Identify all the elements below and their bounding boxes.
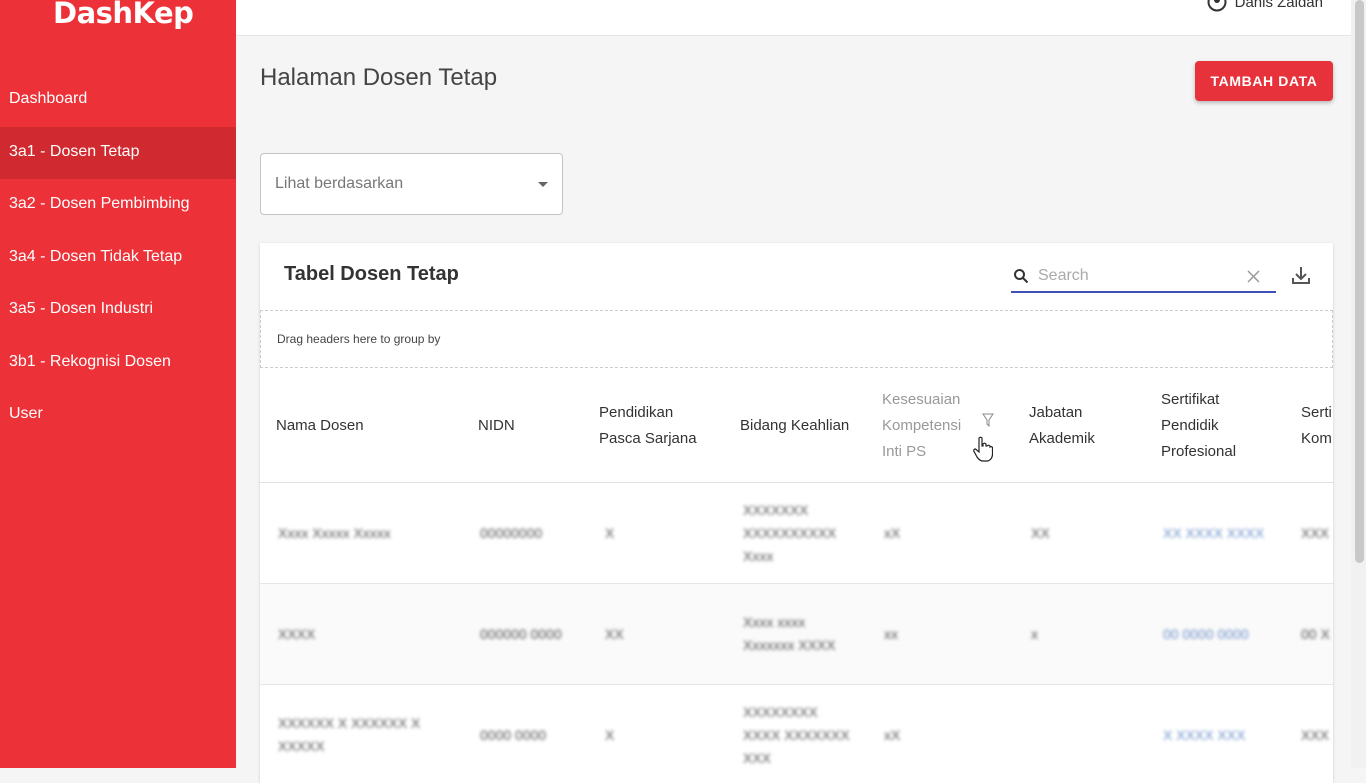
add-data-button[interactable]: TAMBAH DATA	[1195, 61, 1333, 101]
search-input[interactable]	[1038, 264, 1238, 288]
table-row[interactable]: XXXX 000000 0000 XX Xxxx xxxx Xxxxxxx XX…	[260, 584, 1333, 685]
dropdown-arrow-icon	[538, 182, 548, 187]
column-header-pendidikan-pasca-sarjana[interactable]: Pendidikan Pasca Sarjana	[599, 368, 709, 483]
user-menu[interactable]: Danis Zaidan	[1207, 0, 1323, 12]
sidebar-nav: Dashboard 3a1 - Dosen Tetap 3a2 - Dosen …	[0, 74, 236, 442]
download-icon[interactable]	[1290, 264, 1312, 286]
cell-sertifikat-kompetensi: XXX	[1301, 524, 1330, 541]
cell-nama-dosen: XXXXXX X XXXXXX X XXXXX	[278, 715, 421, 754]
table-title: Tabel Dosen Tetap	[284, 263, 459, 285]
hand-cursor-icon	[973, 436, 993, 462]
scrollbar-thumb[interactable]	[1355, 0, 1364, 563]
page-scrollbar[interactable]	[1351, 0, 1366, 768]
sidebar-item-rekognisi-dosen[interactable]: 3b1 - Rekognisi Dosen	[0, 337, 236, 390]
cell-sertifikat-kompetensi: 00 X	[1301, 625, 1330, 642]
cell-pendidikan: XX	[605, 625, 624, 642]
cell-nidn: 0000 0000	[480, 726, 547, 743]
column-header-kesesuaian-kompetensi[interactable]: Kesesuaian Kompetensi Inti PS	[882, 368, 978, 483]
table-row[interactable]: Xxxx Xxxxx Xxxxx 00000000 X XXXXXXX XXXX…	[260, 483, 1333, 584]
cell-bidang-keahlian: XXXXXXX XXXXXXXXXX Xxxx	[743, 501, 837, 564]
cell-nama-dosen: XXXX	[278, 625, 316, 642]
cell-pendidikan: X	[605, 524, 615, 541]
brand-logo[interactable]: DashKep	[53, 0, 194, 30]
filter-select[interactable]: Lihat berdasarkan	[260, 153, 563, 215]
clear-icon[interactable]	[1247, 270, 1260, 283]
cell-pendidikan: X	[605, 726, 615, 743]
filter-icon[interactable]	[982, 413, 994, 427]
sidebar-item-dosen-pembimbing[interactable]: 3a2 - Dosen Pembimbing	[0, 179, 236, 232]
cell-kesesuaian: xX	[884, 524, 901, 541]
cell-nidn: 000000 0000	[480, 625, 562, 642]
cell-kesesuaian: xx	[884, 625, 898, 642]
cell-nama-dosen: Xxxx Xxxxx Xxxxx	[278, 524, 391, 541]
table-card: Tabel Dosen Tetap Drag headers here to g…	[260, 243, 1333, 783]
cell-sertifikat: X XXXX XXX	[1163, 726, 1246, 743]
column-header-bidang-keahlian[interactable]: Bidang Keahlian	[740, 368, 850, 483]
column-header-sertifikat-kompetensi[interactable]: Serti Kom	[1301, 368, 1333, 483]
column-header-jabatan-akademik[interactable]: Jabatan Akademik	[1029, 368, 1139, 483]
cell-bidang-keahlian: XXXXXXXX XXXX XXXXXXX XXX	[743, 703, 850, 766]
user-name: Danis Zaidan	[1234, 0, 1323, 11]
filter-select-label: Lihat berdasarkan	[275, 175, 404, 192]
cell-sertifikat-kompetensi: XXX	[1301, 726, 1330, 743]
cell-jabatan: XX	[1031, 524, 1050, 541]
cell-sertifikat: XX XXXX XXXX	[1163, 524, 1265, 541]
search-box	[1011, 260, 1276, 293]
page-title: Halaman Dosen Tetap	[260, 64, 498, 91]
column-header-nidn[interactable]: NIDN	[478, 368, 578, 483]
table-row[interactable]: XXXXXX X XXXXXX X XXXXX 0000 0000 X XXXX…	[260, 685, 1333, 783]
table-header: Nama Dosen NIDN Pendidikan Pasca Sarjana…	[260, 368, 1333, 483]
sidebar-item-dosen-tetap[interactable]: 3a1 - Dosen Tetap	[0, 126, 236, 179]
group-by-dropzone[interactable]: Drag headers here to group by	[260, 310, 1333, 368]
column-header-nama-dosen[interactable]: Nama Dosen	[276, 368, 456, 483]
cell-jabatan	[1031, 685, 1091, 783]
cell-bidang-keahlian: Xxxx xxxx Xxxxxxx XXXX	[743, 614, 836, 653]
sidebar-item-user[interactable]: User	[0, 389, 236, 442]
sidebar: DashKep Dashboard 3a1 - Dosen Tetap 3a2 …	[0, 0, 236, 768]
cell-nidn: 00000000	[480, 524, 543, 541]
sidebar-item-dashboard[interactable]: Dashboard	[0, 74, 236, 127]
search-icon	[1014, 269, 1029, 284]
cell-jabatan: x	[1031, 625, 1038, 642]
sidebar-item-dosen-industri[interactable]: 3a5 - Dosen Industri	[0, 284, 236, 337]
cell-sertifikat: 00 0000 0000	[1163, 625, 1249, 642]
account-icon	[1207, 0, 1227, 12]
column-header-sertifikat-pendidik[interactable]: Sertifikat Pendidik Profesional	[1161, 368, 1276, 483]
group-by-hint: Drag headers here to group by	[277, 332, 441, 346]
cell-kesesuaian: xX	[884, 726, 901, 743]
sidebar-item-dosen-tidak-tetap[interactable]: 3a4 - Dosen Tidak Tetap	[0, 232, 236, 285]
top-bar: Danis Zaidan	[236, 0, 1351, 36]
